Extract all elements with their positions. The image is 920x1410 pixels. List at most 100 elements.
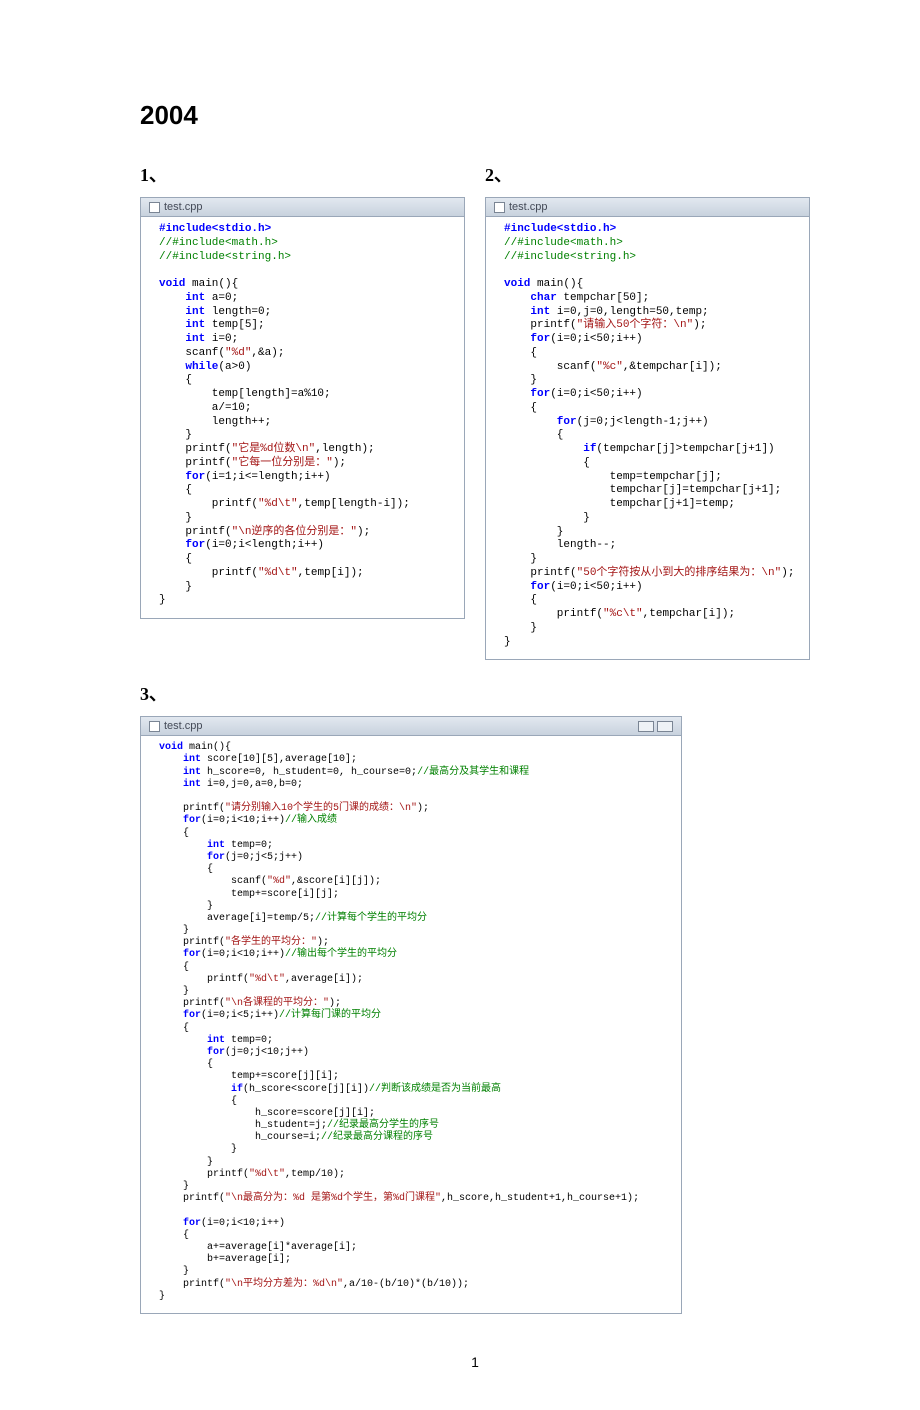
code-line: //最高分及其学生和课程 [417, 767, 529, 778]
code-line: tempchar[50]; [557, 292, 649, 304]
code-line: "50个字符按从小到大的排序结果为：\n" [577, 567, 782, 579]
code-line: printf( [159, 937, 225, 948]
code-line: void [504, 278, 530, 290]
code-line: { [159, 1096, 237, 1107]
code-line: (i=1;i<=length;i++) [205, 471, 330, 483]
code-line: "\n平均分方差为：%d\n" [225, 1279, 343, 1290]
code-line: { [504, 457, 590, 469]
code-line: //纪录最高分课程的序号 [321, 1132, 433, 1143]
code-line: temp+=score[i][j]; [159, 889, 339, 900]
code-line: //#include<math.h> [504, 237, 623, 249]
code-line: temp=0; [225, 840, 273, 851]
code-line: ); [357, 526, 370, 538]
code-line: ); [317, 937, 329, 948]
code-line: #include<stdio.h> [159, 223, 271, 235]
code-line: printf( [159, 998, 225, 1009]
code-line: i=0,j=0,length=50,temp; [550, 306, 708, 318]
code-line: "它是%d位数\n" [232, 443, 316, 455]
code-line: ,&score[i][j]); [291, 876, 381, 887]
code-line: (i=0;i<50;i++) [550, 581, 642, 593]
tab-name-2: test.cpp [509, 201, 548, 213]
code-line: } [504, 374, 537, 386]
code-line: int [159, 333, 205, 345]
code-line: h_score=0, h_student=0, h_course=0; [201, 767, 417, 778]
code-line: temp=0; [225, 1035, 273, 1046]
code-line: printf( [159, 526, 232, 538]
code-line: for [159, 539, 205, 551]
code-line: } [159, 1181, 189, 1192]
code-line: ,average[i]); [285, 974, 363, 985]
code-line: for [504, 416, 577, 428]
code-line: (h_score<score[j][i]) [243, 1084, 369, 1095]
code-line: temp[5]; [205, 319, 264, 331]
code-line: (i=0;i<10;i++) [201, 815, 285, 826]
code-line: printf( [159, 498, 258, 510]
code-line: int [159, 319, 205, 331]
code-line: int [159, 767, 201, 778]
code-line: (tempchar[j]>tempchar[j+1]) [596, 443, 774, 455]
code-line: { [159, 864, 213, 875]
code-line: main(){ [183, 742, 231, 753]
code-line: //计算每门课的平均分 [279, 1010, 381, 1021]
code-line: "%d\t" [258, 498, 298, 510]
code-line: for [504, 333, 550, 345]
code-line: } [159, 986, 189, 997]
col-1: 1、 test.cpp #include<stdio.h> //#include… [140, 161, 465, 660]
file-icon [149, 721, 160, 732]
code-line: "请输入50个字符：\n" [577, 319, 694, 331]
code-line: { [504, 402, 537, 414]
code-line: { [159, 374, 192, 386]
code-line: { [504, 594, 537, 606]
maximize-icon [657, 721, 673, 732]
code-line: } [159, 1266, 189, 1277]
minimize-icon [638, 721, 654, 732]
code-line: } [504, 622, 537, 634]
document-page: 2004 1、 test.cpp #include<stdio.h> //#in… [0, 0, 920, 1410]
code-line: } [159, 1144, 237, 1155]
code-line: "它每一位分别是：" [232, 457, 333, 469]
file-icon [149, 202, 160, 213]
code-line: "各学生的平均分：" [225, 937, 317, 948]
code-line: } [504, 553, 537, 565]
code-line: } [504, 636, 511, 648]
code-line: (j=0;j<length-1;j++) [577, 416, 709, 428]
code-line: ,length); [315, 443, 374, 455]
code-line: "%d" [267, 876, 291, 887]
code-window-3: test.cpp void main(){ int score[10][5],a… [140, 716, 682, 1314]
code-line: } [159, 581, 192, 593]
code-line: ,temp[i]); [298, 567, 364, 579]
code-line: ,h_score,h_student+1,h_course+1); [441, 1193, 639, 1204]
code-line: length++; [159, 416, 271, 428]
code-body-3: void main(){ int score[10][5],average[10… [141, 736, 681, 1313]
code-line: //#include<string.h> [159, 251, 291, 263]
code-line: printf( [504, 567, 577, 579]
code-line: scanf( [504, 361, 596, 373]
code-body-1: #include<stdio.h> //#include<math.h> //#… [141, 217, 464, 618]
code-line: int [159, 779, 201, 790]
code-line: (j=0;j<10;j++) [225, 1047, 309, 1058]
code-line: } [504, 526, 563, 538]
tab-name-1: test.cpp [164, 201, 203, 213]
code-line: "%d\t" [249, 974, 285, 985]
code-line: int [159, 292, 205, 304]
code-line: //#include<math.h> [159, 237, 278, 249]
code-line: printf( [504, 608, 603, 620]
code-line: int [159, 754, 201, 765]
code-line: h_student=j; [159, 1120, 327, 1131]
code-line: (i=0;i<5;i++) [201, 1010, 279, 1021]
code-line: { [159, 1230, 189, 1241]
code-line: length--; [504, 539, 616, 551]
code-line: (i=0;i<50;i++) [550, 333, 642, 345]
code-line: "%c\t" [603, 608, 643, 620]
code-line: printf( [159, 1279, 225, 1290]
code-line: printf( [159, 443, 232, 455]
code-line: printf( [159, 1169, 249, 1180]
code-line: int [159, 840, 225, 851]
code-line: for [159, 1218, 201, 1229]
code-line: scanf( [159, 347, 225, 359]
label-2: 2、 [485, 161, 810, 187]
code-line: h_score=score[j][i]; [159, 1108, 375, 1119]
code-line: for [159, 815, 201, 826]
code-line: for [159, 471, 205, 483]
file-icon [494, 202, 505, 213]
